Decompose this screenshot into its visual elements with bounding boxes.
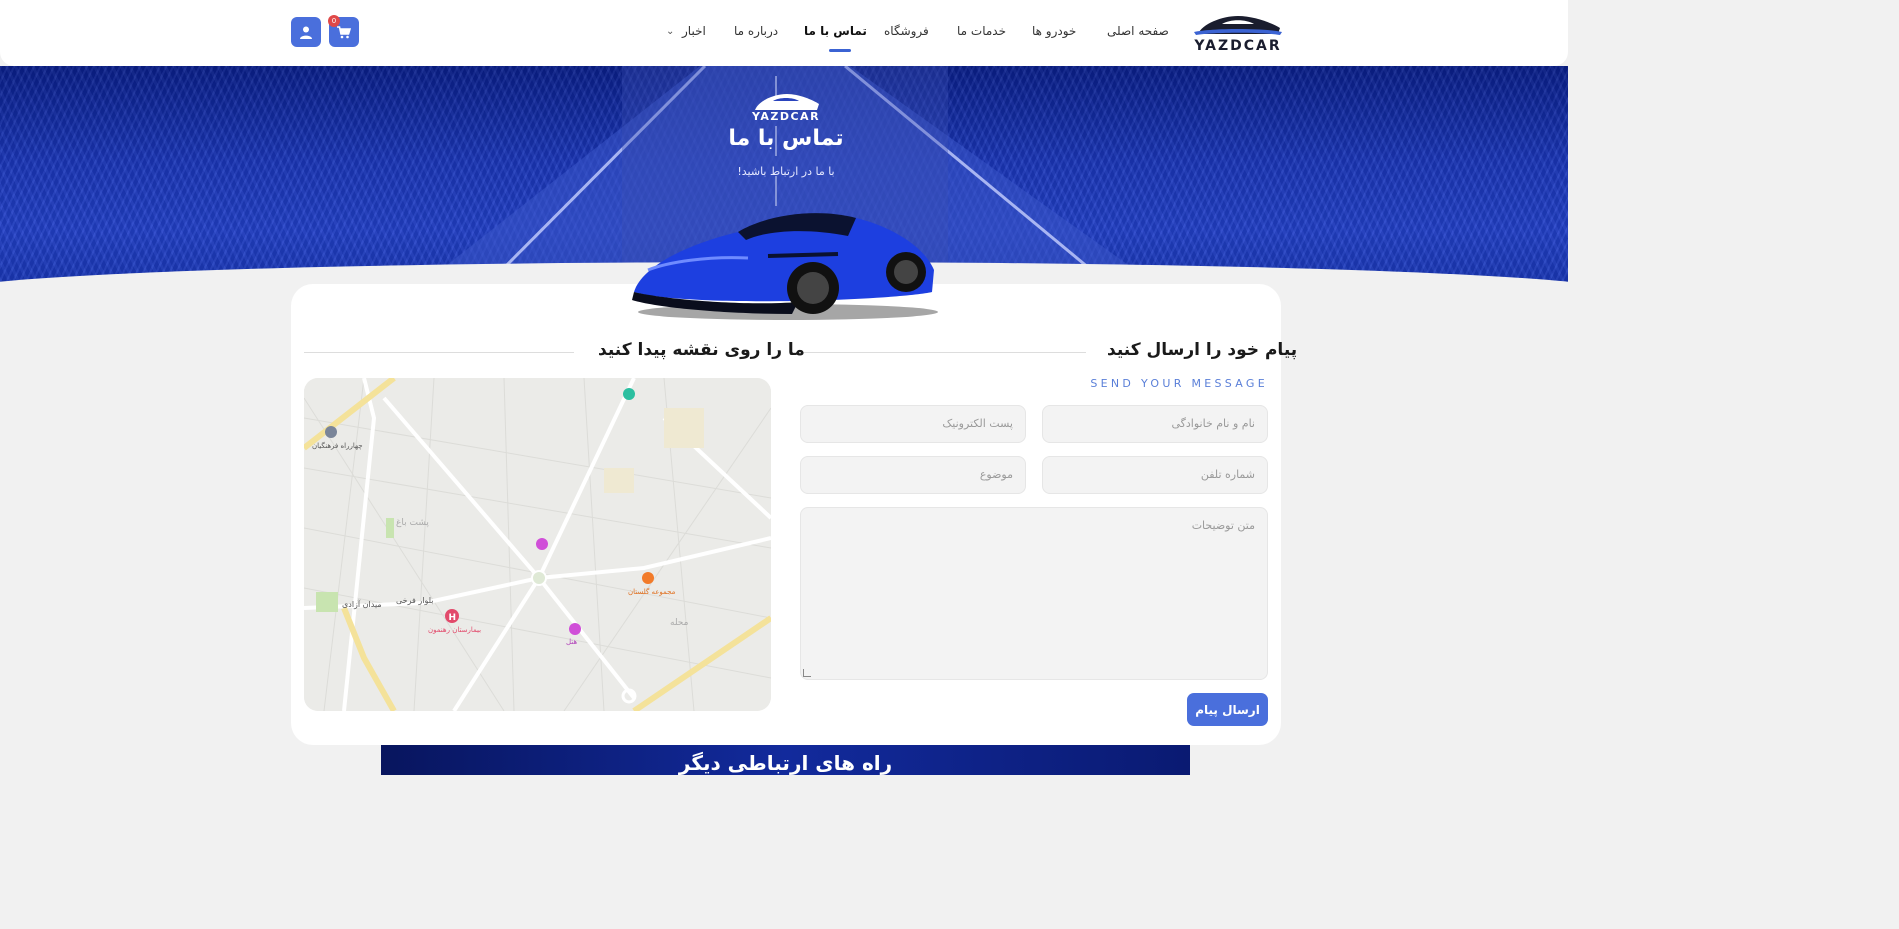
sports-car-image (632, 213, 938, 320)
textarea-resize-handle[interactable] (803, 669, 811, 677)
user-icon (300, 26, 312, 39)
user-account-button[interactable] (291, 17, 321, 47)
park-pin-icon[interactable] (623, 388, 635, 400)
shop-pin-icon[interactable] (642, 572, 654, 584)
nav-home[interactable]: صفحه اصلی (1107, 24, 1169, 38)
hotel-pin-icon[interactable] (569, 623, 581, 635)
nav-services[interactable]: خدمات ما (957, 24, 1006, 38)
contact-title-divider (801, 352, 1086, 353)
send-message-button[interactable]: ارسال پیام (1187, 693, 1268, 726)
map-section-title: ما را روی نقشه پیدا کنید (598, 340, 805, 360)
poi-pin-icon[interactable] (536, 538, 548, 550)
chevron-down-icon[interactable]: ⌄ (666, 26, 674, 37)
location-map[interactable]: H میدان آزادی بلوار فرخی بیمارستان رهنمو… (304, 378, 771, 711)
car-logo-icon (1194, 16, 1282, 35)
email-placeholder: پست الکترونیک (942, 417, 1013, 430)
hero-title: تماس با ما (728, 126, 844, 151)
full-name-placeholder: نام و نام خانوادگی (1171, 417, 1255, 430)
nav-active-indicator (829, 49, 851, 52)
phone-placeholder: شماره تلفن (1200, 468, 1255, 481)
contact-form-subtitle: SEND YOUR MESSAGE (1090, 377, 1268, 390)
map-label-district: محله (670, 618, 689, 628)
brand-logo[interactable]: YAZDCAR (1192, 10, 1284, 56)
hero-subtitle: با ما در ارتباط باشید! (737, 165, 835, 178)
map-label-square: میدان آزادی (342, 600, 382, 609)
phone-input[interactable]: شماره تلفن (1042, 456, 1268, 494)
email-input[interactable]: پست الکترونیک (800, 405, 1026, 443)
nav-contact[interactable]: تماس با ما (804, 24, 867, 38)
message-placeholder: متن توضیحات (1191, 519, 1255, 532)
contact-form-title: پیام خود را ارسال کنید (1107, 340, 1298, 360)
nav-news[interactable]: اخبار (682, 24, 706, 38)
map-label-crossroad: چهارراه فرهنگیان (312, 442, 363, 450)
cart-count-badge: 0 (328, 15, 340, 27)
map-label-shop: مجموعه گلستان (628, 588, 676, 596)
place-pin-icon[interactable] (325, 426, 337, 438)
map-label-garden: پشت باغ (396, 518, 429, 528)
map-title-divider (304, 352, 574, 353)
message-textarea[interactable]: متن توضیحات (800, 507, 1268, 680)
map-label-hotel: هتل (566, 638, 578, 646)
site-header: YAZDCAR صفحه اصلی خودرو ها خدمات ما فروش… (0, 0, 1568, 66)
hospital-pin-icon[interactable]: H (445, 609, 459, 623)
nav-cars[interactable]: خودرو ها (1032, 24, 1076, 38)
nav-shop[interactable]: فروشگاه (884, 24, 929, 38)
map-graphic: H (304, 378, 771, 711)
hero-brand-name: YAZDCAR (751, 110, 821, 123)
nav-about[interactable]: درباره ما (734, 24, 778, 38)
other-contact-banner: راه های ارتباطی دیگر (381, 745, 1190, 775)
full-name-input[interactable]: نام و نام خانوادگی (1042, 405, 1268, 443)
subject-placeholder: موضوع (979, 468, 1013, 481)
brand-name: YAZDCAR (1194, 38, 1282, 54)
cart-icon (337, 25, 351, 38)
map-label-boulevard: بلوار فرخی (396, 596, 434, 605)
subject-input[interactable]: موضوع (800, 456, 1026, 494)
svg-text:H: H (449, 613, 457, 623)
map-label-hospital: بیمارستان رهنمون (428, 626, 482, 634)
other-contact-title: راه های ارتباطی دیگر (678, 751, 893, 775)
